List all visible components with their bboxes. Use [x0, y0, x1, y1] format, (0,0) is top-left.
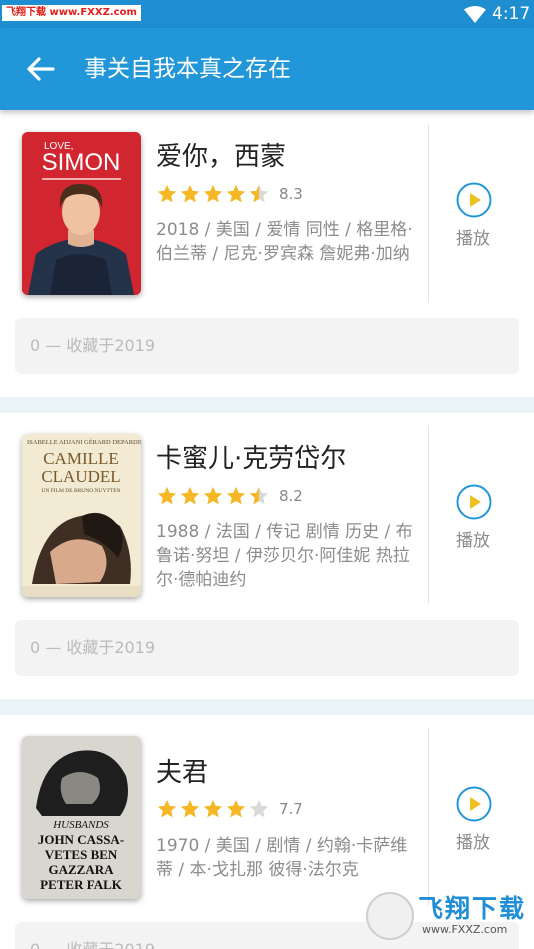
- star-full-icon: [203, 799, 223, 818]
- rating-score: 8.3: [279, 185, 303, 203]
- star-full-icon: [157, 184, 177, 203]
- movie-poster: ISABELLE ADJANI GÉRARD DEPARDIEU CAMILLE…: [22, 434, 141, 597]
- poster-text: CLAUDEL: [41, 467, 120, 486]
- status-bar: 飞翔下载 www.FXXZ.com 4:17: [0, 0, 534, 28]
- play-icon[interactable]: [456, 182, 492, 218]
- poster-image-husbands: HUSBANDS JOHN CASSA- VETES BEN GAZZARA P…: [22, 736, 141, 899]
- play-label[interactable]: 播放: [456, 228, 490, 250]
- star-full-icon: [180, 184, 200, 203]
- movie-poster: HUSBANDS JOHN CASSA- VETES BEN GAZZARA P…: [22, 736, 141, 899]
- star-half-icon: [249, 184, 269, 203]
- star-full-icon: [226, 184, 246, 203]
- star-full-icon: [226, 486, 246, 505]
- movie-title: 卡蜜儿·克劳岱尔: [156, 444, 347, 474]
- poster-text: JOHN CASSA-: [38, 832, 124, 847]
- play-icon[interactable]: [456, 484, 492, 520]
- play-icon[interactable]: [456, 786, 492, 822]
- poster-text: UN FILM DE BRUNO NUYTTEN: [41, 488, 120, 494]
- star-full-icon: [226, 799, 246, 818]
- movie-meta: 2018 / 美国 / 爱情 同性 / 格里格·伯兰蒂 / 尼克·罗宾森 詹妮弗…: [156, 220, 413, 264]
- star-full-icon: [203, 486, 223, 505]
- star-full-icon: [180, 486, 200, 505]
- poster-text: HUSBANDS: [52, 819, 109, 831]
- poster-image-camille-claudel: ISABELLE ADJANI GÉRARD DEPARDIEU CAMILLE…: [22, 434, 141, 597]
- poster-text: ISABELLE ADJANI: [27, 439, 82, 446]
- movie-meta: 1988 / 法国 / 传记 剧情 历史 / 布鲁诺·努坦 / 伊莎贝尔·阿佳妮…: [156, 522, 413, 590]
- poster-text: CAMILLE: [43, 449, 119, 468]
- rating-stars: 8.3: [156, 183, 303, 205]
- movie-card[interactable]: ISABELLE ADJANI GÉRARD DEPARDIEU CAMILLE…: [0, 412, 534, 715]
- wifi-icon: [464, 6, 486, 23]
- favorite-info: 0 — 收藏于2019: [15, 318, 519, 374]
- divider: [428, 728, 429, 906]
- poster-text: PETER FALK: [40, 877, 123, 892]
- rating-stars: 7.7: [156, 798, 303, 820]
- rating-stars: 8.2: [156, 485, 303, 507]
- poster-text: GAZZARA: [48, 862, 114, 877]
- divider: [428, 426, 429, 604]
- watermark-top: 飞翔下载 www.FXXZ.com: [2, 5, 141, 21]
- star-full-icon: [157, 486, 177, 505]
- watermark-name: 飞翔下载: [418, 894, 527, 923]
- play-label[interactable]: 播放: [456, 530, 490, 552]
- watermark-url: www.FXXZ.com: [422, 923, 508, 936]
- poster-image-love-simon: LOVE, SIMON: [22, 132, 141, 295]
- rating-score: 7.7: [279, 800, 303, 818]
- watermark-logo-icon: [366, 892, 414, 940]
- poster-text: VETES BEN: [45, 847, 118, 862]
- page-title: 事关自我本真之存在: [84, 56, 291, 82]
- play-label[interactable]: 播放: [456, 832, 490, 854]
- rating-score: 8.2: [279, 487, 303, 505]
- movie-poster: LOVE, SIMON: [22, 132, 141, 295]
- card-separator: [0, 699, 534, 715]
- watermark-bottom: 飞翔下载 www.FXXZ.com: [366, 890, 526, 942]
- star-half-icon: [249, 486, 269, 505]
- back-arrow-icon[interactable]: [20, 51, 60, 87]
- star-full-icon: [180, 799, 200, 818]
- movie-title: 爱你，西蒙: [156, 142, 287, 172]
- star-full-icon: [157, 799, 177, 818]
- card-separator: [0, 397, 534, 413]
- poster-text: GÉRARD DEPARDIEU: [84, 438, 141, 446]
- app-bar: 事关自我本真之存在: [0, 28, 534, 110]
- clock: 4:17: [492, 4, 531, 24]
- movie-card[interactable]: LOVE, SIMON 爱你，西蒙 8.3 2018 / 美国 / 爱情 同性 …: [0, 110, 534, 413]
- star-full-icon: [203, 184, 223, 203]
- poster-text: SIMON: [42, 149, 121, 176]
- movie-title: 夫君: [156, 758, 209, 788]
- star-empty-icon: [249, 799, 269, 818]
- movie-meta: 1970 / 美国 / 剧情 / 约翰·卡萨维蒂 / 本·戈扎那 彼得·法尔克: [156, 836, 408, 880]
- divider: [428, 124, 429, 302]
- favorite-info: 0 — 收藏于2019: [15, 620, 519, 676]
